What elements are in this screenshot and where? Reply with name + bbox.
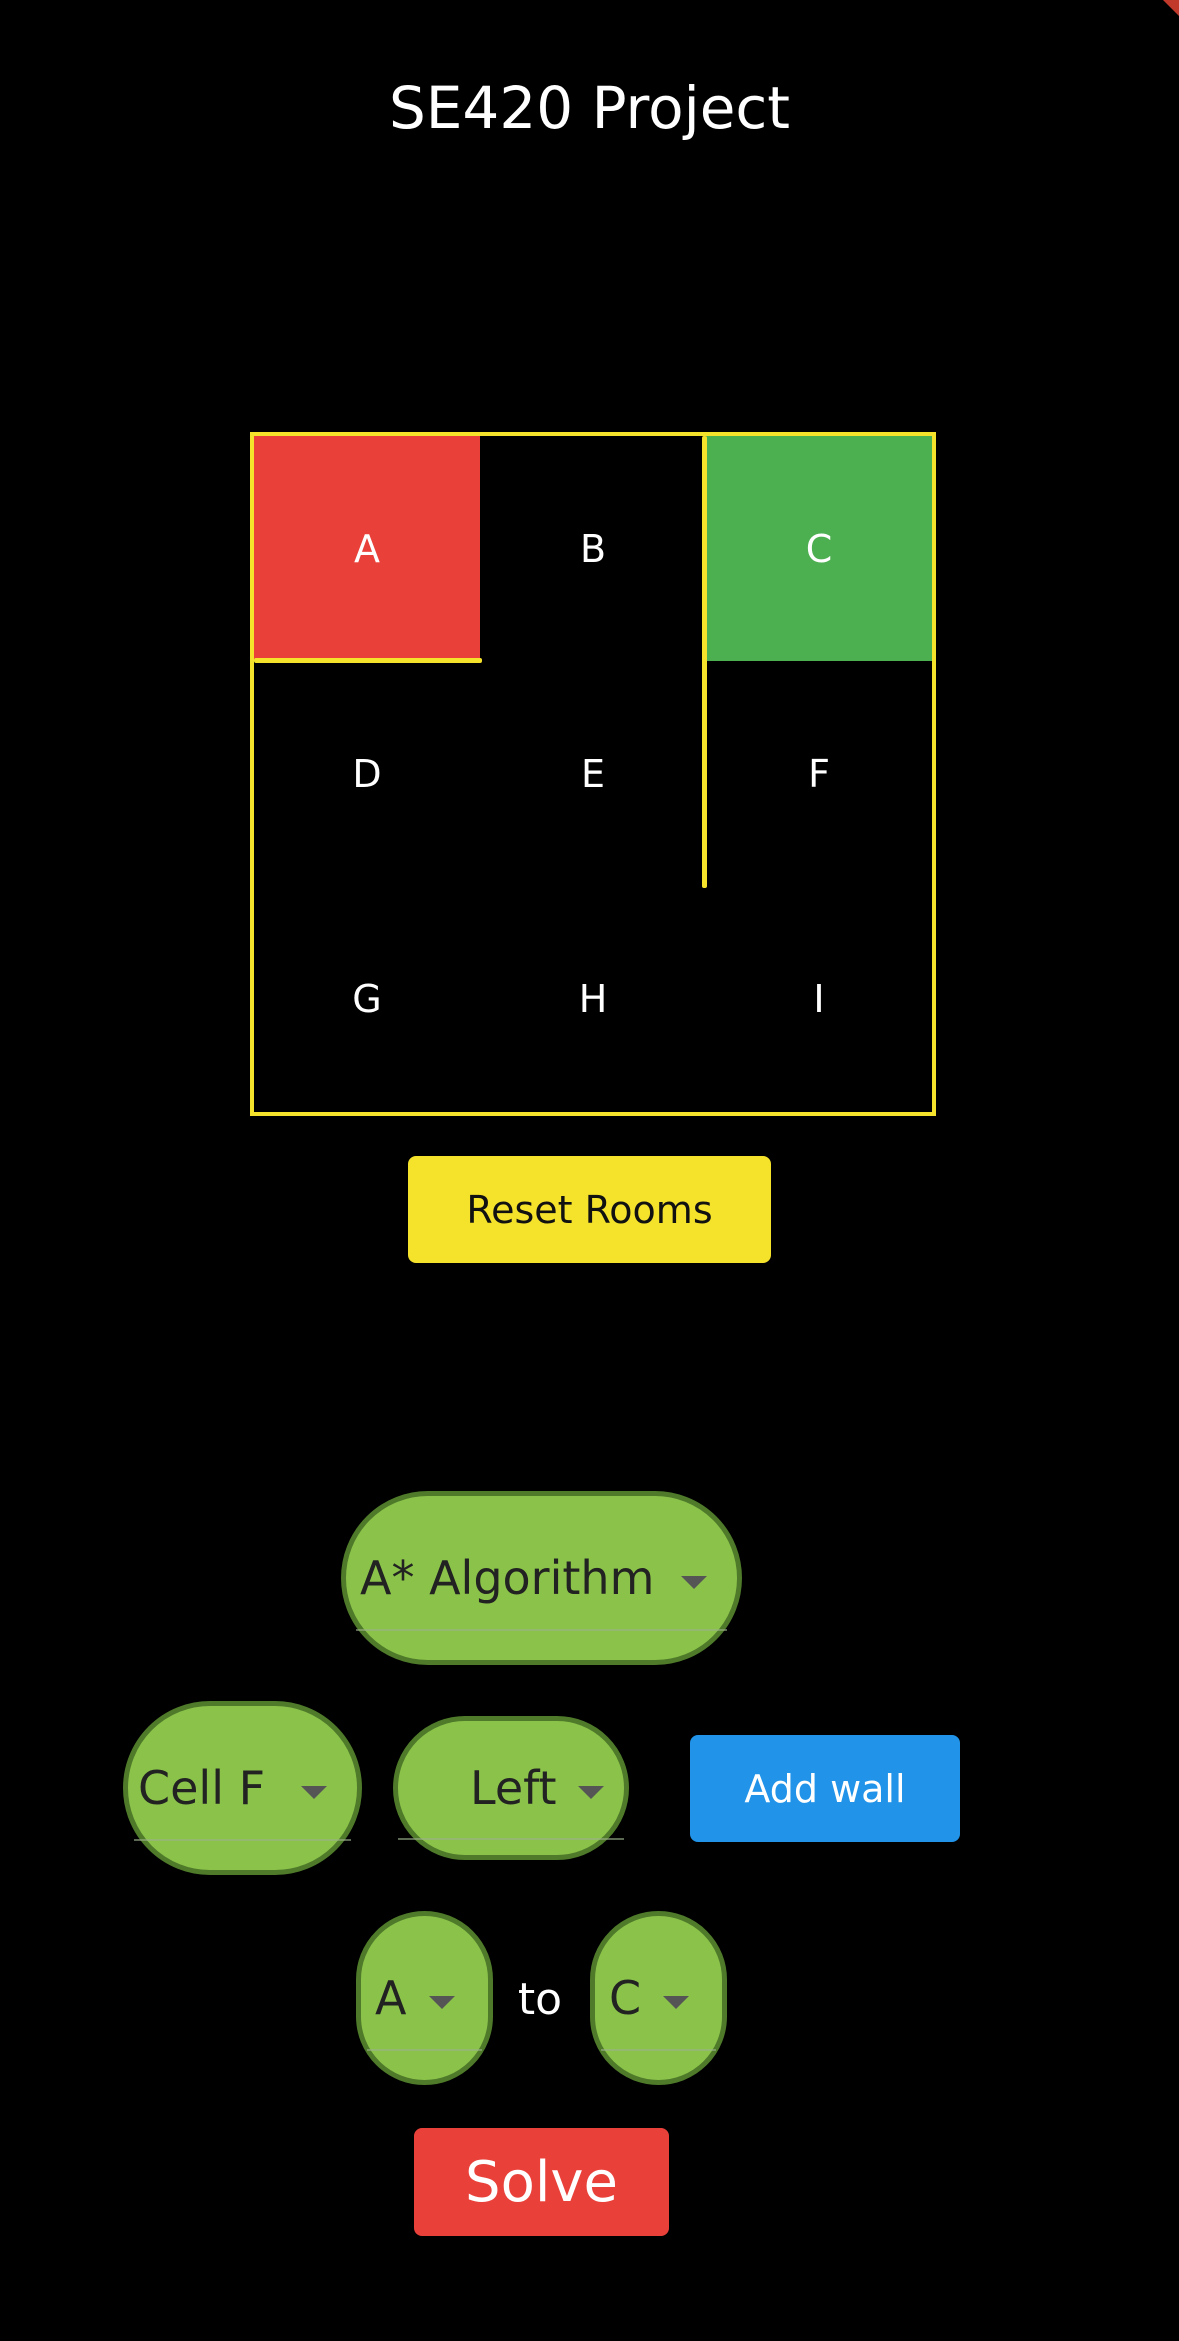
cell-f[interactable]: F bbox=[706, 661, 932, 886]
cell-label: G bbox=[352, 976, 382, 1021]
to-label: to bbox=[517, 1974, 563, 2025]
end-value: C bbox=[609, 1971, 642, 2025]
cell-label: C bbox=[805, 526, 833, 571]
cell-label: I bbox=[813, 976, 825, 1021]
cell-h[interactable]: H bbox=[480, 886, 706, 1111]
solve-label: Solve bbox=[465, 2149, 618, 2215]
cell-c[interactable]: C bbox=[706, 436, 932, 661]
cell-dropdown[interactable]: Cell F bbox=[123, 1701, 362, 1875]
start-dropdown[interactable]: A bbox=[356, 1911, 493, 2085]
wall-bc-ef bbox=[702, 436, 707, 888]
chevron-down-icon bbox=[301, 1786, 327, 1799]
algorithm-value: A* Algorithm bbox=[360, 1551, 655, 1605]
dropdown-underline bbox=[134, 1839, 351, 1841]
cell-label: F bbox=[808, 751, 830, 796]
cell-a[interactable]: A bbox=[254, 436, 480, 661]
side-dropdown[interactable]: Left bbox=[393, 1716, 629, 1860]
cell-label: B bbox=[579, 526, 607, 571]
chevron-down-icon bbox=[681, 1576, 707, 1589]
debug-banner-corner bbox=[1163, 0, 1179, 16]
chevron-down-icon bbox=[429, 1996, 455, 2009]
cell-label: D bbox=[352, 751, 382, 796]
add-wall-button[interactable]: Add wall bbox=[690, 1735, 960, 1842]
add-wall-label: Add wall bbox=[744, 1766, 906, 1811]
wall-a-d bbox=[254, 658, 482, 663]
dropdown-underline bbox=[398, 1838, 624, 1840]
algorithm-dropdown[interactable]: A* Algorithm bbox=[341, 1491, 742, 1665]
dropdown-underline bbox=[356, 1629, 727, 1631]
solve-button[interactable]: Solve bbox=[414, 2128, 669, 2236]
cell-e[interactable]: E bbox=[480, 661, 706, 886]
cell-value: Cell F bbox=[138, 1761, 266, 1815]
cell-label: E bbox=[580, 751, 605, 796]
start-value: A bbox=[375, 1971, 407, 2025]
reset-rooms-label: Reset Rooms bbox=[466, 1187, 713, 1232]
dropdown-underline bbox=[367, 2049, 482, 2051]
cell-label: A bbox=[354, 526, 380, 571]
cell-b[interactable]: B bbox=[480, 436, 706, 661]
cell-g[interactable]: G bbox=[254, 886, 480, 1111]
page-title: SE420 Project bbox=[388, 74, 791, 142]
chevron-down-icon bbox=[578, 1786, 604, 1799]
maze-grid: A B C D E F G H I bbox=[250, 432, 936, 1116]
cell-label: H bbox=[578, 976, 608, 1021]
cell-i[interactable]: I bbox=[706, 886, 932, 1111]
cell-d[interactable]: D bbox=[254, 661, 480, 886]
dropdown-underline bbox=[601, 2049, 716, 2051]
chevron-down-icon bbox=[663, 1996, 689, 2009]
reset-rooms-button[interactable]: Reset Rooms bbox=[408, 1156, 771, 1263]
end-dropdown[interactable]: C bbox=[590, 1911, 727, 2085]
side-value: Left bbox=[470, 1761, 557, 1815]
